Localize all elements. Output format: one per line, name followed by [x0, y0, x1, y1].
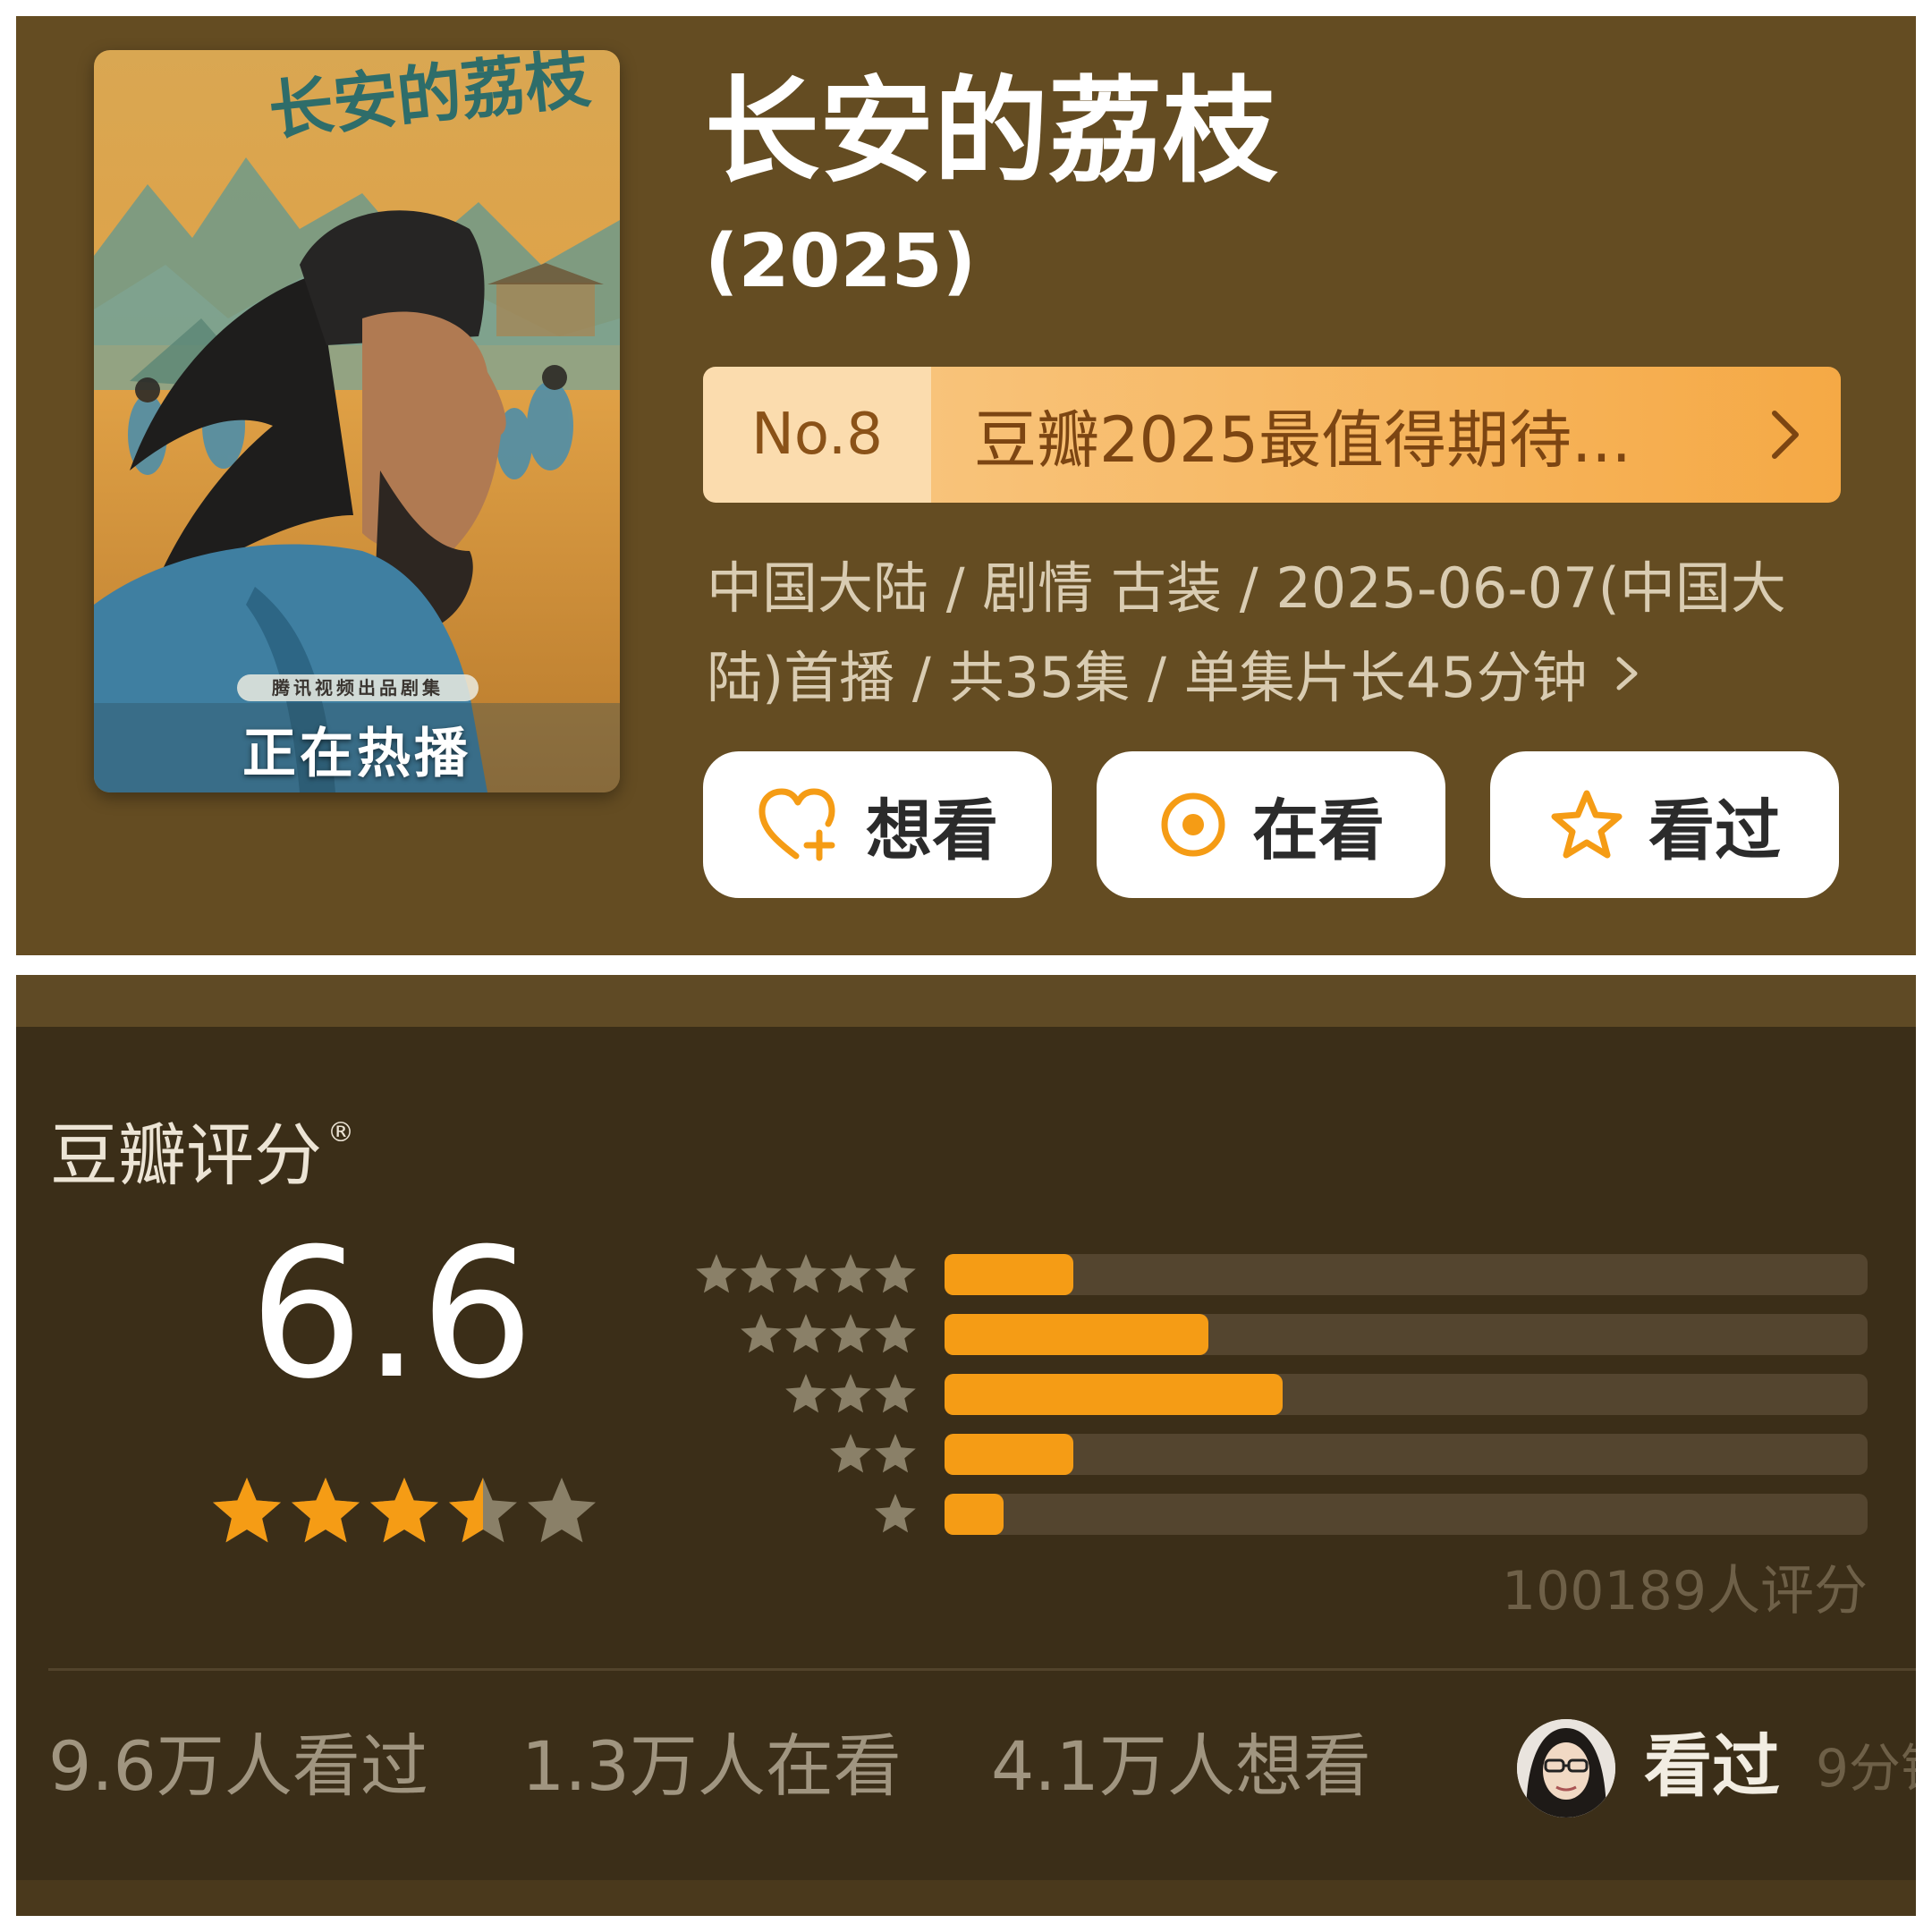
heart-plus-icon: [758, 788, 835, 861]
ranking-number: No.8: [703, 367, 931, 503]
release-year: (2025): [705, 219, 977, 304]
ranking-list-name: 豆瓣2025最值得期待...: [974, 402, 1631, 477]
distribution-star-icon: [741, 1314, 782, 1353]
distribution-star-icon: [785, 1374, 826, 1413]
distribution-stars-5: [696, 1254, 916, 1293]
avatar[interactable]: [1517, 1719, 1615, 1818]
target-icon: [1161, 792, 1225, 857]
friend-time: 9分钟前: [1816, 1738, 1916, 1799]
score-stars: [209, 1472, 603, 1556]
score-star-fill: [213, 1478, 281, 1543]
distribution-bar-track: [945, 1374, 1868, 1415]
watching-button[interactable]: 在看: [1097, 751, 1445, 898]
poster-badge: 腾讯视频出品剧集: [237, 674, 479, 701]
distribution-bar-track: [945, 1254, 1868, 1295]
chevron-right-icon: [1614, 637, 1640, 726]
page-title: 长安的荔枝: [705, 65, 1278, 199]
ranking-banner[interactable]: No.8 豆瓣2025最值得期待...: [703, 367, 1841, 503]
watching-count[interactable]: 1.3万人在看: [521, 1717, 902, 1816]
panel-top-strip: [16, 975, 1916, 1027]
distribution-stars-1: [875, 1494, 916, 1533]
distribution-star-icon: [830, 1254, 871, 1293]
distribution-bar-fill: [945, 1374, 1283, 1415]
want-to-watch-label: 想看: [866, 792, 998, 869]
distribution-star-icon: [875, 1494, 916, 1533]
panel-bottom-strip: [16, 1880, 1916, 1916]
distribution-bar-track: [945, 1434, 1868, 1475]
distribution-star-icon: [830, 1374, 871, 1413]
show-info-line2: 陆)首播 / 共35集 / 单集片长45分钟: [707, 645, 1588, 710]
distribution-bar-fill: [945, 1494, 1004, 1535]
want-to-watch-button[interactable]: 想看: [703, 751, 1052, 898]
poster-image[interactable]: 长安的荔枝 腾讯视频出品剧集 正在热播: [94, 50, 620, 792]
distribution-star-icon: [875, 1254, 916, 1293]
watching-label: 在看: [1252, 792, 1385, 869]
score-star-fill: [370, 1478, 438, 1543]
wish-count[interactable]: 4.1万人想看: [991, 1717, 1371, 1816]
distribution-star-icon: [830, 1434, 871, 1473]
distribution-star-icon: [696, 1254, 737, 1293]
distribution-stars-2: [830, 1434, 916, 1473]
distribution-star-icon: [830, 1314, 871, 1353]
divider: [48, 1668, 1916, 1671]
watched-button[interactable]: 看过: [1490, 751, 1839, 898]
rating-label-text: 豆瓣评分: [50, 1115, 322, 1195]
watched-label: 看过: [1648, 792, 1781, 869]
score-star: [528, 1478, 596, 1543]
rating-label: 豆瓣评分 ®: [50, 1100, 354, 1199]
show-info-line1: 中国大陆 / 剧情 古装 / 2025-06-07(中国大: [707, 555, 1786, 621]
rating-count[interactable]: 100189人评分: [1502, 1547, 1868, 1625]
distribution-bar-track: [945, 1314, 1868, 1355]
star-outline-icon: [1551, 790, 1623, 859]
distribution-star-icon: [875, 1314, 916, 1353]
distribution-star-icon: [741, 1254, 782, 1293]
header-panel: 长安的荔枝 腾讯视频出品剧集 正在热播 长安的荔枝 (2025) No.8 豆瓣…: [16, 16, 1916, 955]
rating-panel: 豆瓣评分 ® 6.6 100189人评分 9.6万人看过 1.3万人在看 4.1万…: [16, 975, 1916, 1916]
distribution-bar-fill: [945, 1434, 1073, 1475]
show-info[interactable]: 中国大陆 / 剧情 古装 / 2025-06-07(中国大 陆)首播 / 共35…: [707, 544, 1847, 726]
ranking-list: 豆瓣2025最值得期待...: [931, 367, 1841, 503]
friend-status: 看过: [1644, 1726, 1780, 1806]
distribution-star-icon: [875, 1374, 916, 1413]
distribution-stars-4: [741, 1314, 916, 1353]
distribution-star-icon: [785, 1254, 826, 1293]
distribution-bar-fill: [945, 1254, 1073, 1295]
poster-cta: 正在热播: [242, 723, 471, 785]
distribution-star-icon: [875, 1434, 916, 1473]
chevron-right-icon: [1767, 397, 1803, 487]
rating-score: 6.6: [249, 1210, 535, 1419]
watched-count[interactable]: 9.6万人看过: [48, 1717, 428, 1816]
distribution-star-icon: [785, 1314, 826, 1353]
distribution-bar-track: [945, 1494, 1868, 1535]
score-star-fill: [292, 1478, 360, 1543]
registered-mark: ®: [327, 1117, 354, 1148]
distribution-stars-3: [785, 1374, 916, 1413]
distribution-bar-fill: [945, 1314, 1208, 1355]
